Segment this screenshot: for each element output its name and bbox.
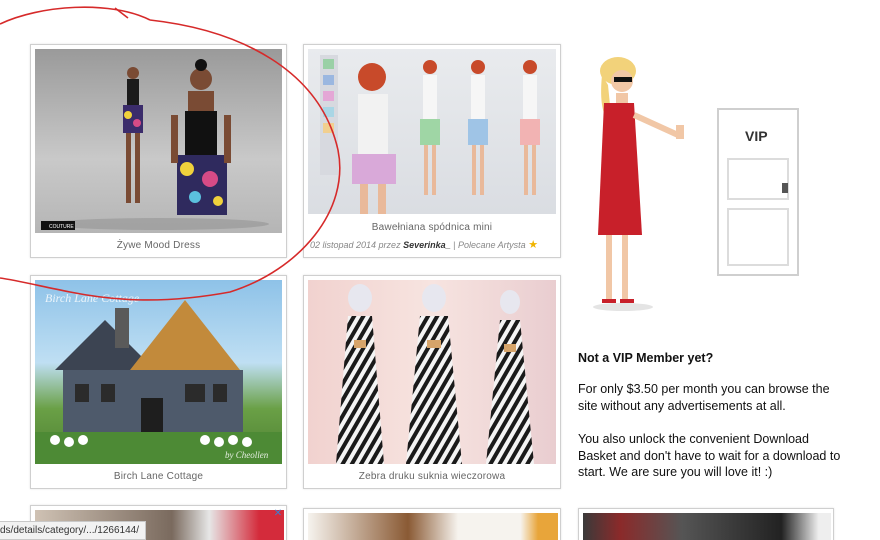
item-title[interactable]: Birch Lane Cottage bbox=[31, 471, 286, 482]
vip-benefits: You also unlock the convenient Download … bbox=[578, 432, 841, 479]
skirt-preview-image bbox=[320, 55, 540, 214]
meta-separator: | bbox=[450, 240, 458, 250]
vip-description: For only $3.50 per month you can browse … bbox=[578, 382, 830, 413]
item-thumbnail[interactable] bbox=[583, 513, 831, 540]
item-thumbnail[interactable]: COUTURE bbox=[35, 49, 282, 233]
vip-heading: Not a VIP Member yet? bbox=[578, 351, 714, 365]
item-date: 02 listopad 2014 przez bbox=[310, 240, 404, 250]
item-thumbnail[interactable] bbox=[308, 49, 556, 214]
cottage-watermark: Birch Lane Cottage bbox=[45, 291, 140, 305]
item-thumbnail[interactable] bbox=[308, 280, 556, 464]
gown-preview-image bbox=[336, 284, 534, 464]
ad-close-button[interactable]: ✕ bbox=[271, 508, 285, 520]
item-thumbnail[interactable] bbox=[308, 513, 558, 540]
page: COUTURE Żywe Mood Dress Bawełniana spódn… bbox=[0, 0, 880, 540]
item-title[interactable]: Zebra druku suknia wieczorowa bbox=[304, 471, 560, 482]
item-title[interactable]: Żywe Mood Dress bbox=[31, 240, 286, 251]
item-title[interactable]: Bawełniana spódnica mini bbox=[304, 222, 560, 233]
item-card-birch-lane-cottage[interactable]: Birch Lane Cottage by Cheollen Birch Lan… bbox=[30, 275, 287, 489]
woman-dress bbox=[598, 103, 642, 235]
status-bar-url: ds/details/category/.../1266144/ bbox=[0, 521, 146, 540]
item-author-link[interactable]: Severinka_ bbox=[403, 240, 451, 250]
cottage-preview-image: Birch Lane Cottage by Cheollen bbox=[35, 291, 282, 464]
vip-door-label: VIP bbox=[745, 128, 768, 144]
item-card-cotton-skirt[interactable]: Bawełniana spódnica mini 02 listopad 201… bbox=[303, 44, 561, 258]
item-card-mood-dress[interactable]: COUTURE Żywe Mood Dress bbox=[30, 44, 287, 258]
item-card-partial[interactable] bbox=[578, 508, 834, 540]
item-card-partial[interactable] bbox=[303, 508, 561, 540]
vip-illustration[interactable]: VIP bbox=[578, 55, 818, 320]
featured-label: Polecane Artysta bbox=[457, 240, 526, 250]
item-card-zebra-gown[interactable]: Zebra druku suknia wieczorowa bbox=[303, 275, 561, 489]
cottage-signature: by Cheollen bbox=[225, 450, 269, 460]
brand-tag: COUTURE bbox=[49, 224, 74, 230]
star-icon: ★ bbox=[528, 239, 539, 251]
dress-preview-image: COUTURE bbox=[41, 59, 269, 230]
item-thumbnail[interactable]: Birch Lane Cottage by Cheollen bbox=[35, 280, 282, 464]
item-meta: 02 listopad 2014 przez Severinka_ | Pole… bbox=[310, 238, 556, 251]
